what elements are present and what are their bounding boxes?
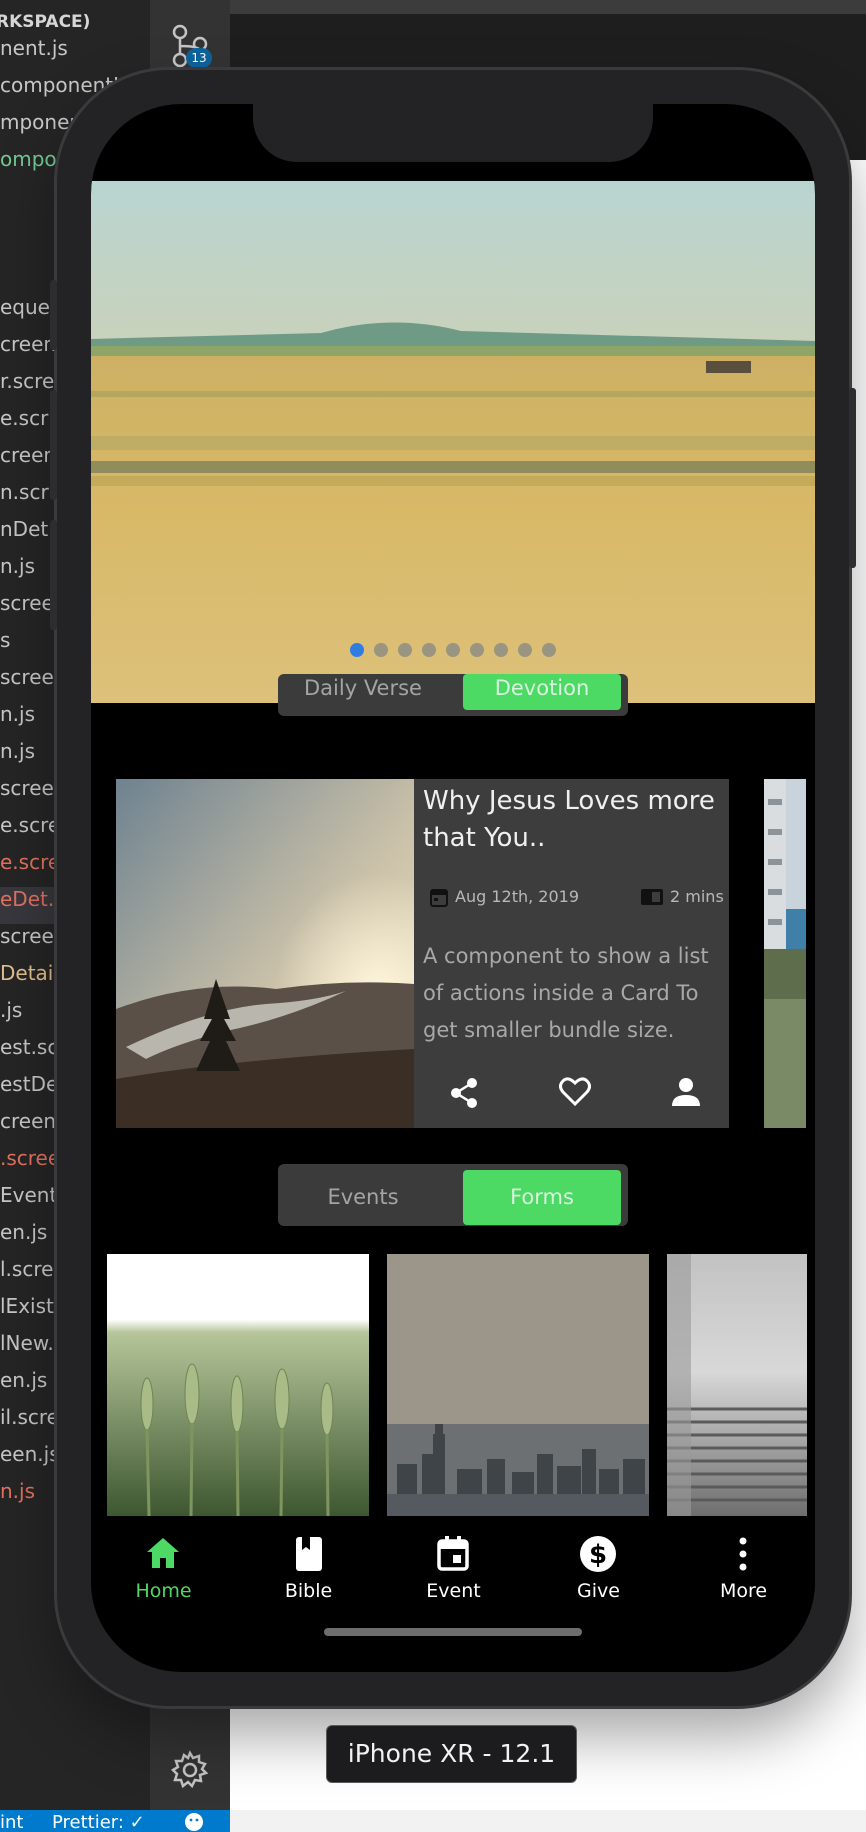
carousel-pagination[interactable] [91,643,815,657]
devotion-card-image [116,779,414,1128]
tab-give[interactable]: $ Give [526,1516,671,1616]
volume-up-button [50,390,57,500]
calendar-icon [430,889,448,907]
carousel-dot[interactable] [494,643,508,657]
devotion-card[interactable]: Why Jesus Loves more that You.. Aug 12th… [116,779,729,1128]
segment-forms[interactable]: Forms [463,1170,621,1225]
feedback-smiley-icon[interactable] [184,1810,204,1832]
book-icon [296,1537,322,1571]
heart-icon[interactable] [559,1077,591,1107]
form-card-city[interactable] [387,1254,649,1516]
devotion-description: A component to show a list of actions in… [423,944,709,1042]
segment-daily-verse[interactable]: Daily Verse [284,674,442,710]
status-lint[interactable]: int [0,1810,23,1832]
devotion-meta: Aug 12th, 2019 2 mins [430,885,725,909]
editor-tab-bar [230,0,866,14]
tab-label: Bible [284,1580,333,1602]
tab-bible[interactable]: Bible [236,1516,381,1616]
bottom-tab-bar: Home Bible Event $ Give More [91,1516,815,1616]
simulator-device-label: iPhone XR - 12.1 [326,1725,577,1783]
side-power-button [849,388,856,568]
devotion-card-actions [414,1077,729,1111]
tab-label: Event [426,1580,481,1602]
form-card-wheat[interactable] [107,1254,369,1516]
carousel-dot[interactable] [350,643,364,657]
devotion-segment-control: Daily Verse Devotion [278,674,628,716]
events-forms-segment-control: Events Forms [278,1164,628,1226]
iphone-simulator: Daily Verse Devotion Why Jesus Loves mor… [50,70,856,1706]
hero-carousel[interactable] [91,181,815,703]
tab-label: More [719,1580,768,1602]
form-card-stairs[interactable] [667,1254,807,1516]
person-icon[interactable] [672,1077,700,1107]
devotion-card-body: Why Jesus Loves more that You.. Aug 12th… [414,779,729,1128]
segment-devotion[interactable]: Devotion [463,674,621,710]
app-screen: Daily Verse Devotion Why Jesus Loves mor… [91,104,815,1672]
next-devotion-card-peek[interactable] [764,779,806,1128]
carousel-dot[interactable] [422,643,436,657]
home-icon [147,1538,179,1568]
devotion-title[interactable]: Why Jesus Loves more that You.. [423,783,723,857]
source-control-badge: 13 [186,48,212,68]
tab-home[interactable]: Home [91,1516,236,1616]
tab-more[interactable]: More [671,1516,815,1616]
devotion-read-time: 2 mins [670,887,724,906]
explorer-file-item[interactable]: nent.js [0,36,150,73]
home-indicator[interactable] [324,1628,582,1636]
carousel-dot[interactable] [446,643,460,657]
calendar-icon [437,1536,469,1571]
carousel-dot[interactable] [398,643,412,657]
silent-switch [50,280,57,350]
status-prettier[interactable]: Prettier: ✓ [52,1810,145,1832]
explorer-header: RKSPACE) [0,12,91,32]
carousel-dot[interactable] [542,643,556,657]
tab-label: Home [135,1580,192,1602]
dollar-icon: $ [580,1536,616,1572]
read-time-icon [641,889,663,905]
svg-text:$: $ [589,1540,607,1570]
tab-label: Give [577,1580,620,1602]
tab-event[interactable]: Event [381,1516,526,1616]
carousel-dot[interactable] [374,643,388,657]
status-bar: int Prettier: ✓ [0,1810,230,1832]
devotion-date: Aug 12th, 2019 [455,887,579,906]
device-notch [253,104,653,162]
volume-down-button [50,520,57,630]
carousel-dot[interactable] [470,643,484,657]
wheat-field-image [91,181,815,703]
segment-events[interactable]: Events [284,1170,442,1225]
more-vertical-icon [739,1537,747,1571]
forms-carousel [107,1254,807,1516]
gear-icon[interactable] [170,1750,210,1790]
share-icon[interactable] [449,1077,479,1109]
carousel-dot[interactable] [518,643,532,657]
